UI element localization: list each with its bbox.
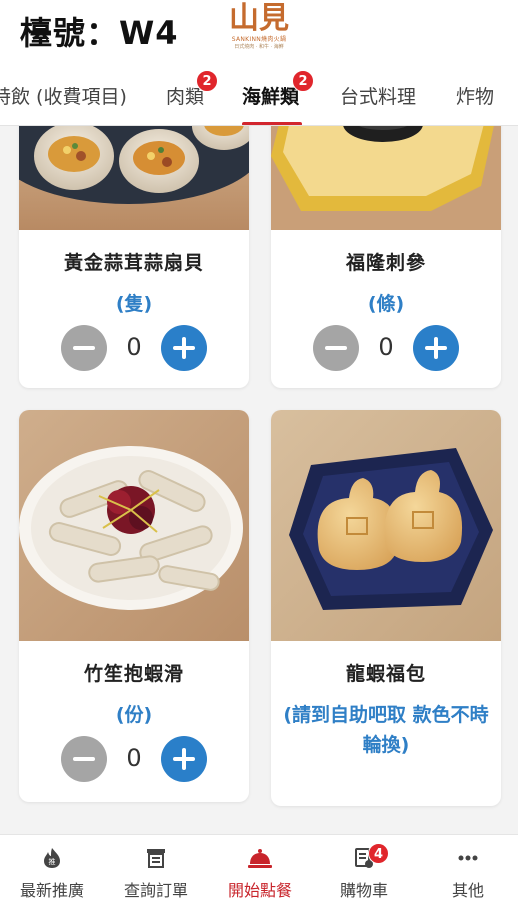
menu-item-card[interactable]: 竹笙抱蝦滑 (份) 0: [19, 410, 249, 802]
quantity-stepper: 0: [271, 325, 501, 373]
menu-item-card[interactable]: 黃金蒜茸蒜扇貝 (隻) 0: [19, 126, 249, 388]
logo-subtitle: SANKINN燒肉火鍋: [231, 36, 287, 43]
menu-item-name: 竹笙抱蝦滑: [83, 663, 184, 685]
nav-promotions[interactable]: 推 最新推廣: [0, 835, 104, 904]
menu-item-card[interactable]: 龍蝦福包 (請到自助吧取 款色不時輪換): [271, 410, 501, 806]
cloche-icon: [248, 849, 272, 868]
nav-order-history[interactable]: 查詢訂單: [104, 835, 208, 904]
quantity-value: 0: [126, 333, 142, 361]
menu-item-name: 福隆刺參: [345, 252, 426, 274]
bamboo-shrimp-dish-image: [19, 410, 249, 641]
menu-item-unit: (條): [367, 293, 405, 315]
more-dots-icon: [458, 855, 478, 861]
quantity-stepper: 0: [19, 736, 249, 784]
nav-cart[interactable]: 4 購物車: [312, 835, 416, 904]
increase-button[interactable]: [413, 325, 459, 371]
nav-more[interactable]: 其他: [416, 835, 518, 904]
nav-label: 查詢訂單: [123, 881, 188, 900]
quantity-value: 0: [126, 744, 142, 772]
lobster-pouch-dish-image: [271, 410, 501, 641]
tab-meat-badge: 2: [196, 70, 218, 92]
increase-button[interactable]: [161, 736, 207, 782]
scallop-dish-image: [19, 126, 249, 230]
decrease-button[interactable]: [61, 325, 107, 371]
header: 檯號：W4 山見 SANKINN燒肉火鍋 日式燒肉 · 和牛 · 海鮮: [0, 0, 518, 64]
tab-seafood[interactable]: 海鮮類: [242, 82, 299, 109]
svg-text:推: 推: [49, 857, 56, 866]
menu-item-name: 龍蝦福包: [345, 663, 426, 685]
menu-item-unit: (隻): [115, 293, 153, 315]
nav-label: 開始點餐: [227, 881, 292, 900]
cart-count-badge: 4: [368, 843, 389, 864]
menu-item-name: 黃金蒜茸蒜扇貝: [63, 252, 204, 274]
decrease-button[interactable]: [313, 325, 359, 371]
nav-label: 最新推廣: [19, 881, 84, 900]
menu-item-card[interactable]: 福隆刺參 (條) 0: [271, 126, 501, 388]
table-number: 檯號：W4: [20, 14, 179, 52]
tab-fried-food[interactable]: 炸物: [456, 82, 494, 109]
logo-tagline: 日式燒肉 · 和牛 · 海鮮: [234, 44, 284, 50]
increase-button[interactable]: [161, 325, 207, 371]
nav-start-ordering[interactable]: 開始點餐: [208, 835, 312, 904]
menu-item-unit: (份): [115, 704, 153, 726]
decrease-button[interactable]: [61, 736, 107, 782]
bottom-navigation: 推 最新推廣 查詢訂單 開始點餐 4 購物車 其他: [0, 834, 518, 904]
logo-mark: 山見: [229, 1, 289, 36]
menu-grid: 黃金蒜茸蒜扇貝 (隻) 0 福隆刺參 (條) 0 竹笙抱蝦滑 (份) 0 龍蝦福…: [0, 126, 518, 834]
fire-icon: 推: [44, 848, 60, 868]
sea-cucumber-dish-image: [271, 126, 501, 230]
tab-special-drinks[interactable]: 特飲 (收費項目): [0, 82, 127, 109]
brand-logo: 山見 SANKINN燒肉火鍋 日式燒肉 · 和牛 · 海鮮: [228, 2, 290, 58]
quantity-stepper: 0: [19, 325, 249, 373]
nav-label: 購物車: [339, 881, 388, 900]
quantity-value: 0: [378, 333, 394, 361]
menu-item-note: (請到自助吧取 款色不時輪換): [283, 704, 489, 756]
nav-label: 其他: [451, 881, 484, 900]
category-tabs: 特飲 (收費項目) 肉類 2 海鮮類 2 台式料理 炸物: [0, 64, 518, 126]
tab-seafood-badge: 2: [292, 70, 314, 92]
receipt-icon: [147, 849, 165, 868]
tab-taiwanese-dishes[interactable]: 台式料理: [340, 82, 416, 109]
